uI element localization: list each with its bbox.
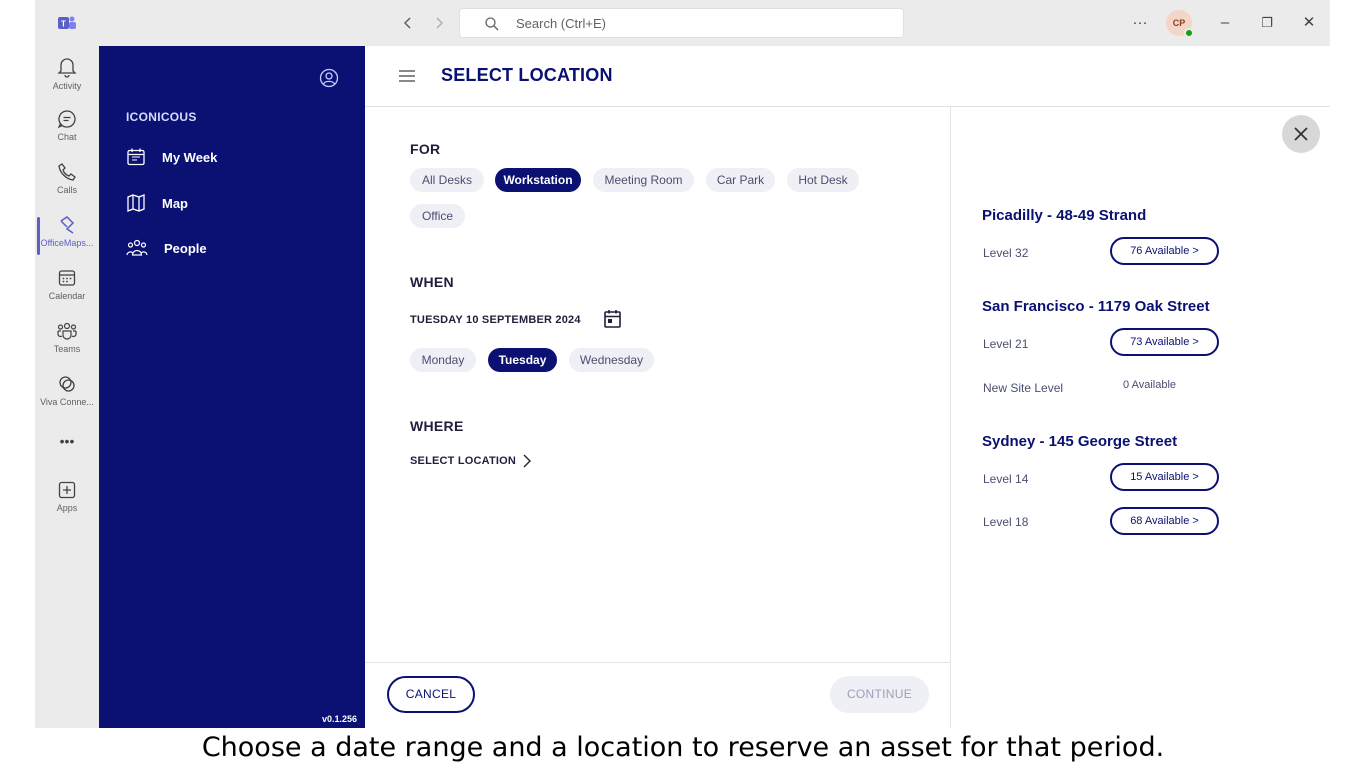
chip-workstation[interactable]: Workstation [495,168,581,192]
cancel-button[interactable]: CANCEL [387,676,475,713]
hamburger-menu-icon[interactable] [398,68,416,84]
officemaps-icon [60,216,75,234]
chevron-right-icon [523,454,532,468]
chip-hot-desk[interactable]: Hot Desk [787,168,859,192]
forward-button[interactable] [428,12,450,34]
people-icon [126,239,148,256]
select-location-link[interactable]: SELECT LOCATION [410,453,532,469]
calendar-picker-icon[interactable] [603,308,623,330]
level-name: Level 21 [983,337,1029,351]
booking-form: FOR All Desks Workstation Meeting Room C… [365,107,951,728]
when-section-label: WHEN [410,274,454,290]
title-bar: T Search (Ctrl+E) ··· CP – ❐ ✕ [35,0,1330,46]
rail-item-activity[interactable]: Activity [35,50,99,100]
phone-icon [58,163,76,181]
rail-item-apps[interactable]: Apps [35,474,99,524]
level-name: New Site Level [983,381,1064,395]
continue-button[interactable]: CONTINUE [830,676,929,713]
rail-label: Calendar [48,291,86,301]
select-location-label: SELECT LOCATION [410,455,517,467]
selected-date: TUESDAY 10 SEPTEMBER 2024 [410,314,581,326]
availability-button[interactable]: 68 Available > [1110,507,1219,535]
location-list-panel: Picadilly - 48-49 Strand Level 32 76 Ava… [951,107,1330,728]
footer-divider [365,662,951,663]
close-window-button[interactable]: ✕ [1296,10,1322,36]
close-icon [1294,127,1308,141]
version-label: v0.1.256 [321,714,357,724]
profile-icon[interactable] [319,68,339,88]
restore-button[interactable]: ❐ [1254,10,1280,36]
rail-item-officemaps[interactable]: OfficeMaps... [35,209,99,259]
minimize-button[interactable]: – [1212,10,1238,36]
chip-wednesday[interactable]: Wednesday [569,348,654,372]
rail-label: Teams [53,344,81,354]
org-name: ICONICOUS [126,110,197,124]
nav-item-my-week[interactable]: My Week [126,145,217,169]
for-section-label: FOR [410,141,441,157]
search-placeholder: Search (Ctrl+E) [516,16,606,31]
where-section-label: WHERE [410,418,464,434]
availability-button[interactable]: 73 Available > [1110,328,1219,356]
search-input[interactable]: Search (Ctrl+E) [459,8,904,38]
chip-car-park[interactable]: Car Park [706,168,775,192]
rail-item-calendar[interactable]: Calendar [35,262,99,312]
rail-item-teams[interactable]: Teams [35,315,99,365]
back-button[interactable] [397,12,419,34]
page-header: SELECT LOCATION [365,46,1330,107]
presence-available-icon [1184,28,1194,38]
rail-label: Activity [52,81,82,91]
rail-more-button[interactable]: ••• [35,428,99,458]
search-icon [485,17,499,31]
page-title: SELECT LOCATION [441,65,613,85]
app-nav-sidebar: ICONICOUS My Week Map People v0.1.256 [99,46,365,728]
nav-item-label: People [164,240,207,256]
caption-text: Choose a date range and a location to re… [201,732,1165,763]
chip-monday[interactable]: Monday [410,348,476,372]
bell-icon [57,58,77,78]
chat-icon [57,110,76,129]
more-icon: ••• [59,433,75,449]
more-options-button[interactable]: ··· [1127,10,1153,36]
calendar-week-icon [127,148,145,166]
nav-item-people[interactable]: People [126,236,207,260]
teams-logo-icon: T [58,16,76,29]
rail-label: Chat [57,132,77,142]
availability-button[interactable]: 15 Available > [1110,463,1219,491]
chevron-right-icon [436,17,444,29]
rail-label: Viva Conne... [40,397,94,407]
rail-label: Calls [56,185,77,195]
site-name: Picadilly - 48-49 Strand [982,207,1147,224]
availability-text: 0 Available [1123,379,1177,391]
rail-label: OfficeMaps... [40,238,94,248]
app-rail: Activity Chat Calls OfficeMaps... Calend… [35,46,99,728]
rail-item-chat[interactable]: Chat [35,103,99,153]
teams-window: T Search (Ctrl+E) ··· CP – ❐ ✕ Activity [35,0,1330,728]
level-name: Level 32 [983,246,1029,260]
viva-icon [59,376,75,392]
avatar[interactable]: CP [1166,10,1194,38]
nav-item-label: Map [162,195,188,211]
site-name: Sydney - 145 George Street [982,433,1178,450]
calendar-icon [58,270,76,286]
chip-meeting-room[interactable]: Meeting Room [593,168,694,192]
chip-office[interactable]: Office [410,204,465,228]
rail-item-calls[interactable]: Calls [35,156,99,206]
level-name: Level 18 [983,515,1029,529]
rail-item-viva[interactable]: Viva Conne... [35,368,99,418]
close-panel-button[interactable] [1282,115,1320,153]
site-name: San Francisco - 1179 Oak Street [982,298,1210,315]
chip-all-desks[interactable]: All Desks [410,168,484,192]
nav-item-map[interactable]: Map [126,191,188,215]
add-app-icon [58,481,76,499]
nav-item-label: My Week [162,149,218,165]
chevron-left-icon [403,17,411,29]
avatar-initials: CP [1172,18,1186,28]
svg-text:T: T [61,20,66,29]
chip-tuesday[interactable]: Tuesday [488,348,557,372]
map-icon [127,194,145,212]
level-name: Level 14 [983,472,1029,486]
teams-icon [57,322,77,340]
availability-button[interactable]: 76 Available > [1110,237,1219,265]
rail-label: Apps [56,503,78,513]
